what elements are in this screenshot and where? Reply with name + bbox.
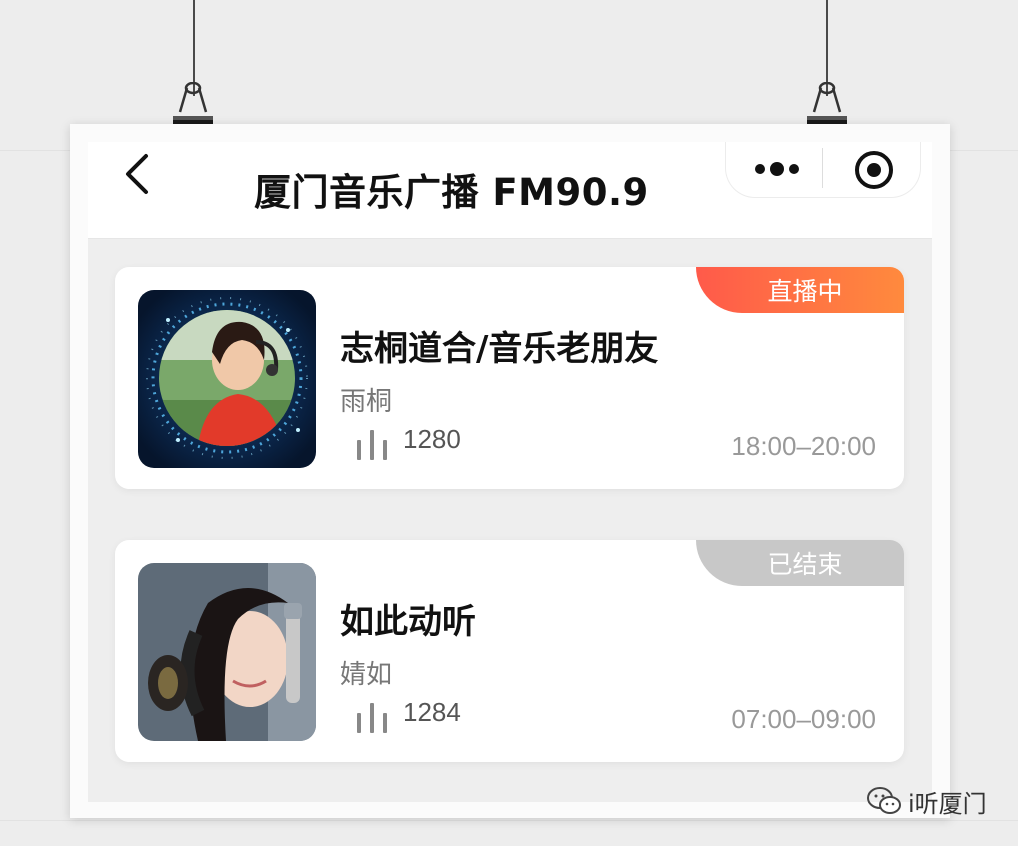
listen-count: 1284	[403, 697, 461, 727]
listens-bars-icon	[357, 430, 387, 460]
program-host: 雨桐	[340, 387, 393, 417]
status-badge-live: 直播中	[696, 267, 904, 313]
host-photo	[138, 563, 316, 741]
back-button[interactable]	[120, 150, 156, 198]
back-arrow-icon	[126, 154, 148, 194]
program-time: 18:00–20:00	[731, 431, 876, 461]
close-button[interactable]	[854, 150, 894, 190]
capsule-divider	[822, 148, 823, 188]
program-title: 志桐道合/音乐老朋友	[340, 329, 659, 369]
more-dots-icon	[755, 162, 799, 176]
program-time: 07:00–09:00	[731, 704, 876, 734]
watermark: i听厦门	[866, 784, 987, 818]
watermark-text: i听厦门	[908, 789, 987, 818]
wechat-icon	[867, 787, 901, 814]
navigation-bar: 厦门音乐广播 FM90.9	[88, 142, 932, 239]
listen-count: 1280	[403, 424, 461, 454]
app-screen: 厦门音乐广播 FM90.9 直播中 志桐道合/音乐老朋友 雨桐 1280 18:…	[88, 142, 932, 802]
wall-line	[0, 820, 1018, 821]
more-button[interactable]	[750, 152, 806, 186]
record-close-icon	[855, 151, 893, 189]
host-photo	[138, 290, 316, 468]
program-card[interactable]: 直播中 志桐道合/音乐老朋友 雨桐 1280 18:00–20:00	[115, 267, 904, 489]
program-title: 如此动听	[340, 602, 476, 642]
program-card[interactable]: 已结束 如此动听 婧如 1284 07:00–09:00	[115, 540, 904, 762]
phone-frame: 厦门音乐广播 FM90.9 直播中 志桐道合/音乐老朋友 雨桐 1280 18:…	[70, 124, 950, 818]
listens-bars-icon	[357, 703, 387, 733]
status-badge-ended: 已结束	[696, 540, 904, 586]
page-title: 厦门音乐广播 FM90.9	[254, 171, 649, 214]
program-host: 婧如	[340, 660, 393, 690]
mini-program-capsule	[725, 142, 921, 198]
